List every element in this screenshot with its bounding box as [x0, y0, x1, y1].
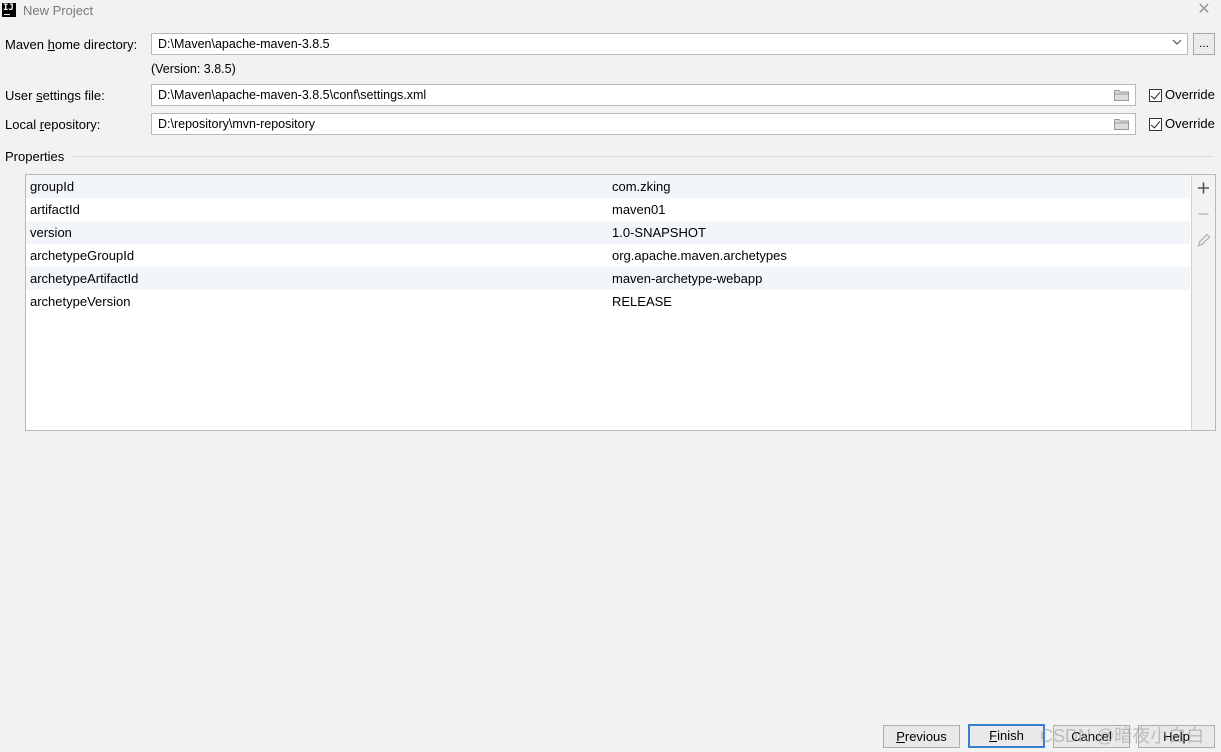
maven-home-label: Maven home directory: — [5, 37, 138, 52]
section-divider — [72, 156, 1213, 157]
user-settings-override-checkbox[interactable] — [1149, 89, 1162, 102]
folder-icon[interactable] — [1114, 118, 1129, 130]
property-value: org.apache.maven.archetypes — [612, 248, 787, 263]
property-value: com.zking — [612, 179, 671, 194]
title-bar: IJ New Project ✕ — [0, 0, 1221, 22]
maven-version-note: (Version: 3.8.5) — [151, 62, 236, 76]
table-row[interactable]: archetypeVersion RELEASE — [26, 290, 1190, 313]
properties-table[interactable]: groupId com.zking artifactId maven01 ver… — [25, 174, 1191, 431]
local-repository-value: D:\repository\mvn-repository — [158, 117, 315, 131]
plus-icon[interactable] — [1192, 176, 1215, 200]
cancel-button[interactable]: Cancel — [1053, 725, 1130, 748]
property-key: version — [30, 225, 72, 240]
table-row[interactable]: version 1.0-SNAPSHOT — [26, 221, 1190, 244]
finish-button[interactable]: Finish — [968, 724, 1045, 748]
table-row[interactable]: archetypeGroupId org.apache.maven.archet… — [26, 244, 1190, 267]
local-repository-override-label[interactable]: Override — [1165, 116, 1215, 131]
previous-button[interactable]: Previous — [883, 725, 960, 748]
property-key: archetypeArtifactId — [30, 271, 139, 286]
chevron-down-icon[interactable] — [1171, 37, 1183, 51]
minus-icon[interactable] — [1192, 202, 1215, 226]
browse-maven-home-button[interactable]: ... — [1193, 33, 1215, 55]
folder-icon[interactable] — [1114, 89, 1129, 101]
properties-section-title: Properties — [5, 149, 65, 164]
app-icon-text: IJ — [3, 3, 14, 13]
property-key: archetypeVersion — [30, 294, 131, 309]
window-title: New Project — [23, 3, 94, 18]
user-settings-override-label[interactable]: Override — [1165, 87, 1215, 102]
table-row[interactable]: artifactId maven01 — [26, 198, 1190, 221]
intellij-app-icon: IJ — [2, 3, 16, 17]
property-value: 1.0-SNAPSHOT — [612, 225, 706, 240]
property-key: archetypeGroupId — [30, 248, 135, 263]
property-value: RELEASE — [612, 294, 672, 309]
table-row[interactable]: archetypeArtifactId maven-archetype-weba… — [26, 267, 1190, 290]
help-button[interactable]: Help — [1138, 725, 1215, 748]
pencil-icon[interactable] — [1192, 228, 1215, 252]
maven-home-combobox[interactable]: D:\Maven\apache-maven-3.8.5 — [151, 33, 1188, 55]
property-key: groupId — [30, 179, 75, 194]
property-key: artifactId — [30, 202, 80, 217]
table-row[interactable]: groupId com.zking — [26, 175, 1190, 198]
close-icon[interactable]: ✕ — [1195, 1, 1213, 19]
local-repository-override-checkbox[interactable] — [1149, 118, 1162, 131]
local-repository-label: Local repository: — [5, 117, 101, 132]
user-settings-label: User settings file: — [5, 88, 105, 103]
user-settings-value: D:\Maven\apache-maven-3.8.5\conf\setting… — [158, 88, 427, 102]
property-value: maven-archetype-webapp — [612, 271, 763, 286]
properties-toolbar — [1191, 174, 1216, 431]
maven-home-value: D:\Maven\apache-maven-3.8.5 — [158, 37, 330, 51]
local-repository-field[interactable]: D:\repository\mvn-repository — [151, 113, 1136, 135]
property-value: maven01 — [612, 202, 666, 217]
user-settings-field[interactable]: D:\Maven\apache-maven-3.8.5\conf\setting… — [151, 84, 1136, 106]
